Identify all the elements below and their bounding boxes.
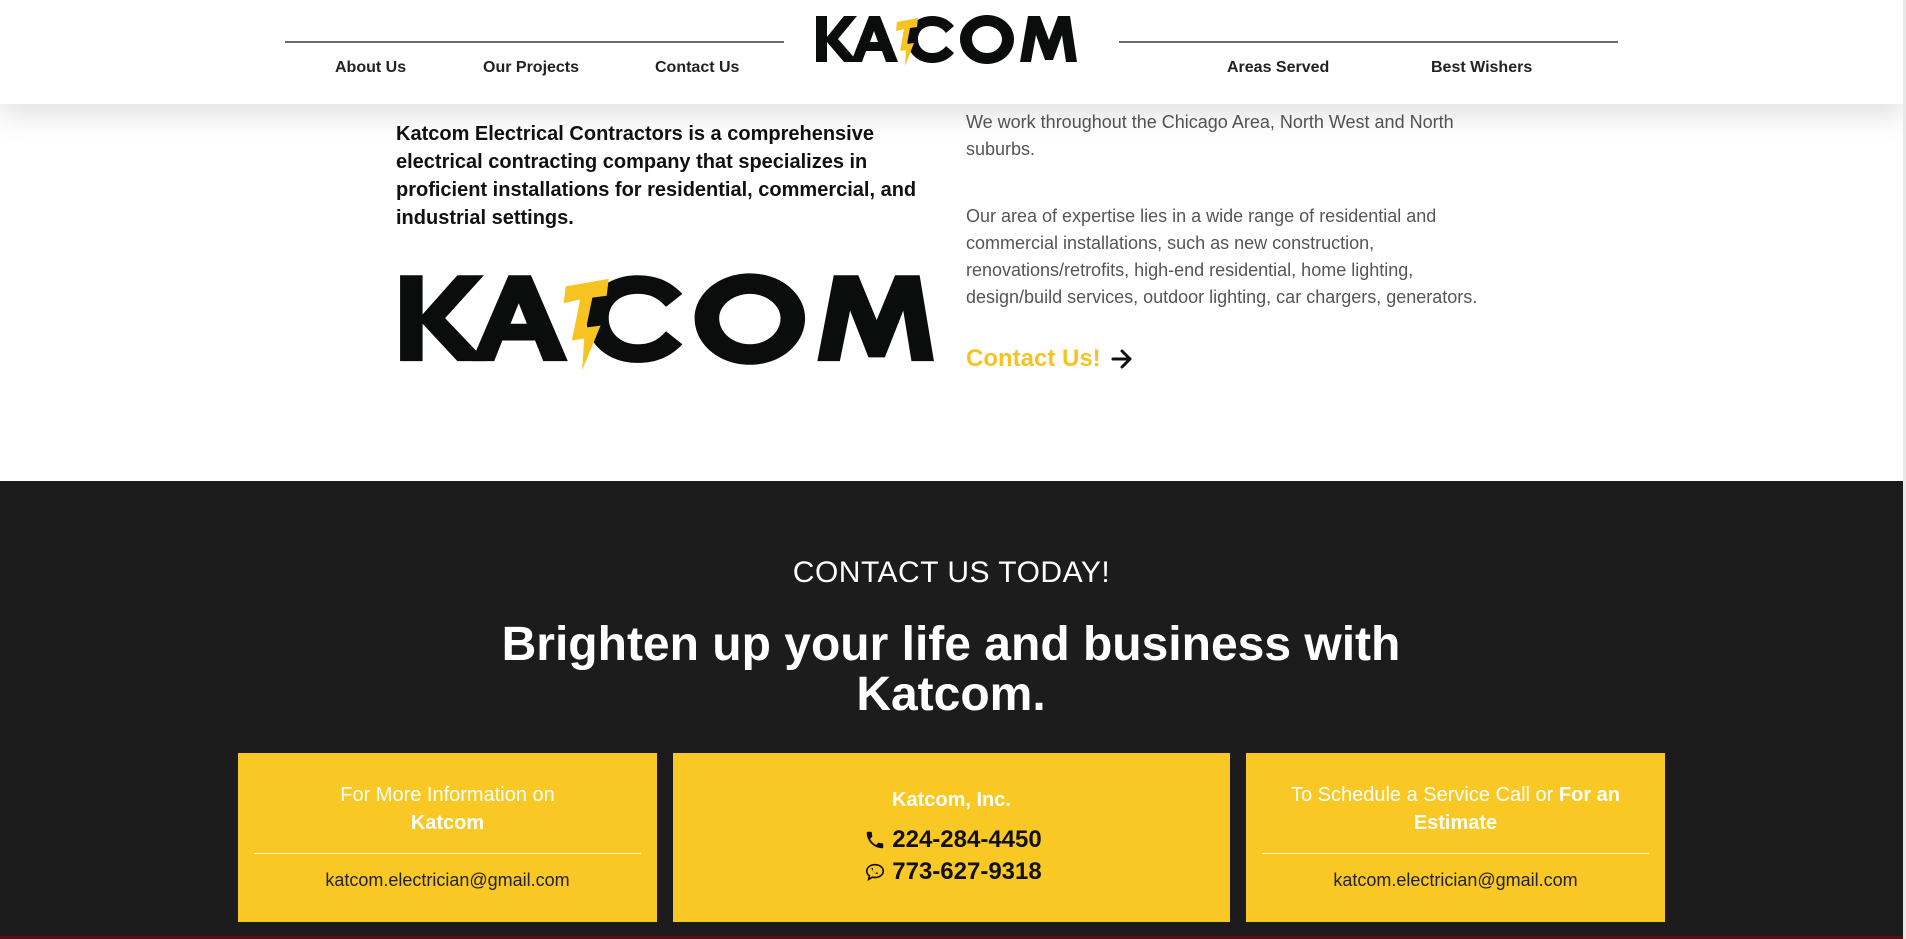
site-header: About Us Our Projects Contact Us Areas S… bbox=[0, 0, 1906, 104]
schedule-box-prefix: To Schedule a Service Call or bbox=[1290, 784, 1554, 806]
nav-about-us[interactable]: About Us bbox=[335, 59, 406, 77]
nav-our-projects[interactable]: Our Projects bbox=[483, 59, 579, 77]
contact-headline: Brighten up your life and business with … bbox=[501, 618, 1401, 721]
contact-us-link-label: Contact Us! bbox=[966, 345, 1101, 372]
schedule-box: To Schedule a Service Call or For an Est… bbox=[1246, 753, 1665, 922]
company-name: Katcom, Inc. bbox=[892, 789, 1011, 811]
schedule-box-divider bbox=[1262, 853, 1649, 854]
expertise-text: Our area of expertise lies in a wide ran… bbox=[966, 206, 1478, 307]
company-description: Katcom Electrical Contractors is a compr… bbox=[396, 123, 917, 229]
header-divider-left bbox=[285, 41, 784, 43]
katcom-logo-large bbox=[400, 273, 934, 371]
phone-icon bbox=[867, 831, 884, 849]
contact-us-link[interactable]: Contact Us! bbox=[966, 345, 1133, 373]
mobile-number: 773-627-9318 bbox=[892, 858, 1042, 885]
header-divider-right bbox=[1119, 41, 1618, 43]
chat-bubble-icon bbox=[866, 863, 885, 881]
service-area-text: We work throughout the Chicago Area, Nor… bbox=[966, 112, 1454, 159]
phone-number: 224-284-4450 bbox=[892, 826, 1042, 853]
contact-kicker: CONTACT US TODAY! bbox=[792, 556, 1111, 589]
arrow-right-icon bbox=[1111, 349, 1132, 369]
nav-best-wishers[interactable]: Best Wishers bbox=[1431, 59, 1532, 77]
info-box-prefix: For More Information on bbox=[340, 784, 555, 806]
katcom-logo[interactable] bbox=[814, 10, 1078, 70]
nav-areas-served[interactable]: Areas Served bbox=[1227, 59, 1329, 77]
schedule-box-heading: To Schedule a Service Call or For an Est… bbox=[1262, 781, 1649, 837]
nav-contact-us[interactable]: Contact Us bbox=[655, 59, 739, 77]
schedule-email-link[interactable]: katcom.electrician@gmail.com bbox=[1246, 870, 1665, 891]
